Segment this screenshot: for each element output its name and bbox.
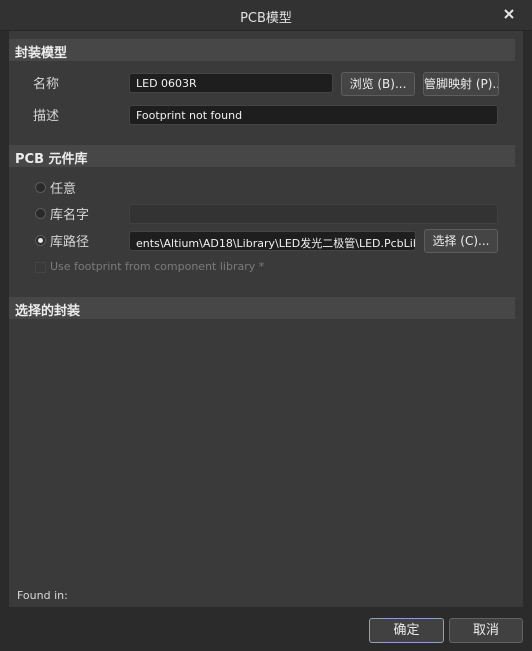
description-label: 描述 (33, 109, 60, 124)
library-name-field[interactable] (129, 204, 498, 224)
library-name-radio[interactable] (35, 208, 46, 219)
library-name-label: 库名字 (50, 208, 90, 223)
window-title: PCB模型 (240, 11, 292, 26)
footprint-model-title: 封装模型 (15, 46, 68, 61)
name-field[interactable]: LED 0603R (129, 73, 333, 93)
selected-footprint-header: 选择的封装 (9, 297, 515, 319)
selected-footprint-title: 选择的封装 (15, 304, 81, 319)
any-label: 任意 (50, 182, 77, 197)
footprint-model-header: 封装模型 (9, 39, 515, 61)
name-label: 名称 (33, 77, 60, 92)
pin-map-button[interactable]: 管脚映射 (P)... (423, 72, 499, 96)
choose-button[interactable]: 选择 (C)... (424, 229, 498, 253)
library-path-field[interactable]: ents\Altium\AD18\Library\LED发光二极管\LED.Pc… (129, 231, 416, 251)
ok-button[interactable]: 确定 (369, 618, 444, 643)
library-path-label: 库路径 (50, 235, 90, 250)
use-footprint-checkbox[interactable] (35, 262, 46, 273)
library-path-radio[interactable] (35, 235, 46, 246)
browse-button[interactable]: 浏览 (B)... (341, 72, 415, 96)
cancel-button[interactable]: 取消 (449, 618, 523, 643)
found-in-label: Found in: (17, 589, 68, 602)
use-footprint-label: Use footprint from component library * (50, 260, 265, 273)
close-icon[interactable] (500, 5, 518, 23)
pcb-library-header: PCB 元件库 (9, 145, 515, 167)
description-field[interactable]: Footprint not found (129, 105, 498, 125)
pcb-library-title: PCB 元件库 (15, 152, 88, 167)
title-bar: PCB模型 (0, 0, 532, 31)
any-radio[interactable] (35, 182, 46, 193)
